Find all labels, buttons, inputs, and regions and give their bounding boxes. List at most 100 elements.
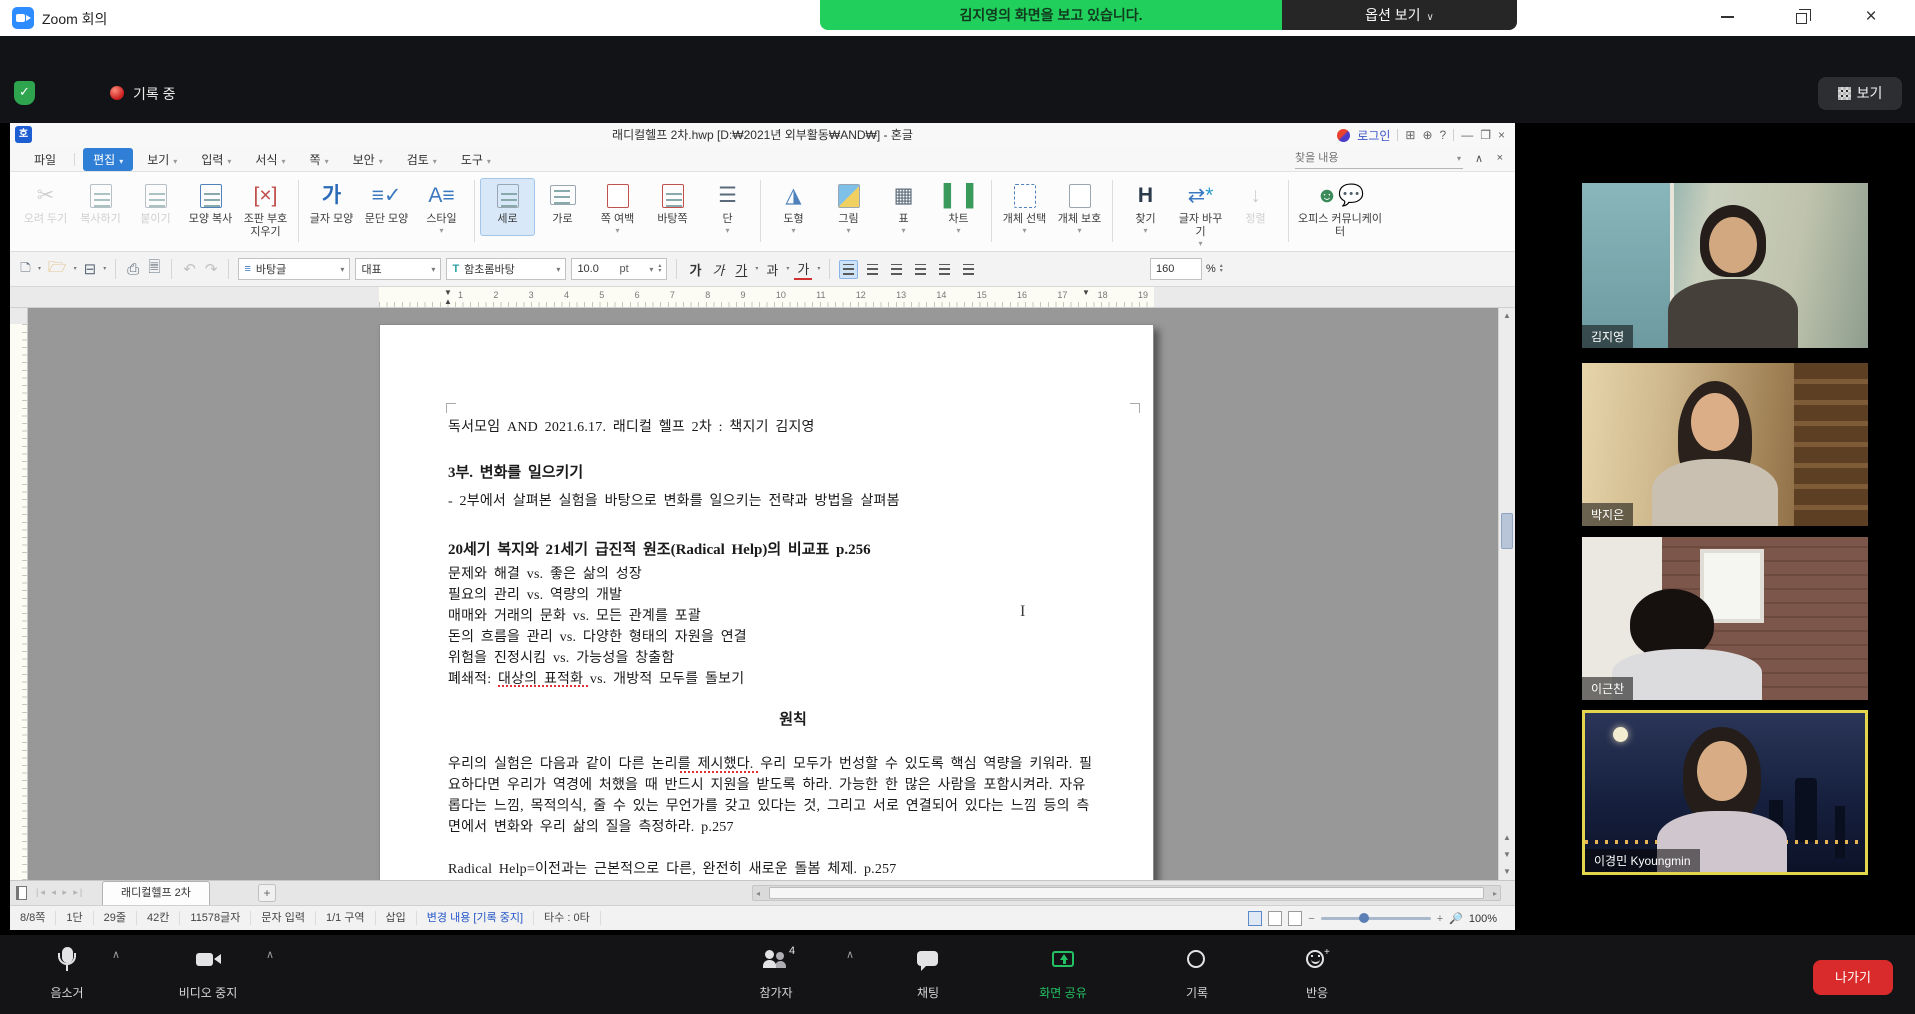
outline-select[interactable]: 대표▾ <box>355 258 441 280</box>
menu-security[interactable]: 보안▾ <box>343 148 393 171</box>
page-margin-button[interactable]: 쪽 여백▾ <box>590 178 645 236</box>
tab-navigation-icons[interactable]: |◂ ◂ ▸ ▸| <box>36 887 84 898</box>
vertical-scrollbar[interactable]: ▲ ▲ ▼ ▼ <box>1498 308 1515 880</box>
vertical-ruler[interactable] <box>10 308 28 880</box>
font-color-button[interactable]: 가 <box>794 259 812 280</box>
italic-button[interactable]: 가 <box>709 260 727 279</box>
hscrollbar-handle[interactable] <box>769 887 1484 899</box>
participants-options-chevron[interactable]: ∧ <box>846 948 854 961</box>
landscape-button[interactable]: 가로 <box>535 178 590 236</box>
replace-button[interactable]: ⇄*글자 바꾸기▾ <box>1173 178 1228 249</box>
menu-file[interactable]: 파일 <box>24 148 66 171</box>
zoom-slider[interactable] <box>1321 917 1431 920</box>
view-mode-facing-icon[interactable] <box>1268 911 1282 926</box>
reactions-button[interactable]: + 반응 <box>1262 947 1372 1001</box>
print-icon[interactable]: ⎙ <box>125 261 141 278</box>
menu-input[interactable]: 입력▾ <box>191 148 241 171</box>
distribute-button[interactable] <box>959 260 978 279</box>
sort-button[interactable]: ↓정렬 <box>1228 178 1283 249</box>
menu-edit[interactable]: 편집▾ <box>83 148 133 171</box>
table-button[interactable]: ▦표▾ <box>876 178 931 236</box>
char-shape-button[interactable]: 가글자 모양 <box>304 178 359 236</box>
page-down-icon[interactable]: ▼ <box>1499 847 1515 863</box>
columns-button[interactable]: ☰단▾ <box>700 178 755 236</box>
video-options-chevron[interactable]: ∧ <box>266 948 274 961</box>
align-right-button[interactable] <box>911 260 930 279</box>
horizontal-scrollbar[interactable]: ◂ ▸ <box>752 885 1501 901</box>
document-area[interactable]: 독서모임 AND 2021.6.17. 래디컬 헬프 2차 : 책지기 김지영 … <box>10 308 1515 880</box>
para-shape-button[interactable]: ≡✓문단 모양 <box>359 178 414 236</box>
align-center-button[interactable] <box>887 260 906 279</box>
zoom-level-select[interactable]: 160 <box>1150 258 1202 280</box>
save-icon[interactable]: ⊟ <box>82 260 99 278</box>
menu-view[interactable]: 보기▾ <box>137 148 187 171</box>
status-track-changes[interactable]: 변경 내용 [기록 중지] <box>417 911 534 925</box>
view-mode-single-icon[interactable] <box>1248 911 1262 926</box>
char-effect-button[interactable]: 과 <box>763 260 781 279</box>
style-button[interactable]: A≡스타일▾ <box>414 178 469 236</box>
hwp-close-icon[interactable]: × <box>1498 128 1505 142</box>
font-select[interactable]: T함초롬바탕▾ <box>446 258 566 280</box>
cut-button[interactable]: ✂오려 두기 <box>18 178 73 240</box>
book-icon[interactable] <box>16 886 27 900</box>
find-close-icon[interactable]: × <box>1497 152 1503 164</box>
zoom-slider-knob[interactable] <box>1359 913 1369 923</box>
fullscreen-icon[interactable]: ⊞ <box>1405 128 1415 142</box>
zoom-spinner[interactable]: ▴▾ <box>1220 264 1223 274</box>
undo-icon[interactable]: ↶ <box>181 260 198 278</box>
scroll-right-icon[interactable]: ▸ <box>1493 889 1497 898</box>
erase-marks-button[interactable]: [×]조판 부호 지우기 <box>238 178 293 240</box>
copy-button[interactable]: 복사하기 <box>73 178 128 240</box>
menu-format[interactable]: 서식▾ <box>245 148 295 171</box>
hwp-restore-icon[interactable]: ❐ <box>1480 128 1491 142</box>
find-input[interactable] <box>1295 152 1445 164</box>
font-size-select[interactable]: 10.0pt▾▴▾ <box>571 258 667 280</box>
scroll-left-icon[interactable]: ◂ <box>756 889 760 898</box>
zoom-out-icon[interactable]: − <box>1308 913 1314 925</box>
mute-options-chevron[interactable]: ∧ <box>112 948 120 961</box>
style-preset-select[interactable]: ≡바탕글▾ <box>238 258 350 280</box>
left-margin-marker[interactable]: ▼ <box>444 288 452 297</box>
stop-video-button[interactable]: 비디오 중지 <box>153 947 263 1001</box>
magnifier-icon[interactable]: 🔎 <box>1449 912 1463 925</box>
document-tab[interactable]: 래디컬헬프 2차 <box>102 881 210 905</box>
menu-page[interactable]: 쪽▾ <box>300 148 339 171</box>
scroll-up-icon[interactable]: ▲ <box>1499 308 1515 324</box>
portrait-button[interactable]: 세로 <box>480 178 535 236</box>
security-shield-icon[interactable]: ✓ <box>14 81 35 105</box>
leave-button[interactable]: 나가기 <box>1813 960 1893 995</box>
paste-button[interactable]: 붙이기 <box>128 178 183 240</box>
menu-review[interactable]: 검토▾ <box>397 148 447 171</box>
participant-video-active-speaker[interactable]: 이경민 Kyoungmin <box>1582 710 1868 875</box>
find-dropdown-icon[interactable]: ▾ <box>1457 154 1461 163</box>
mute-button[interactable]: 음소거 <box>12 947 122 1001</box>
menu-tools[interactable]: 도구▾ <box>451 148 501 171</box>
horizontal-ruler[interactable]: 12345678910111213141516171819 ▼ ▲ ▼ <box>10 287 1515 308</box>
hwp-minimize-icon[interactable]: — <box>1461 128 1473 142</box>
participant-video[interactable]: 박지은 <box>1582 363 1868 526</box>
scroll-down-icon[interactable]: ▼ <box>1499 864 1515 880</box>
picture-button[interactable]: 그림▾ <box>821 178 876 236</box>
find-button[interactable]: H찾기▾ <box>1118 178 1173 249</box>
restore-button[interactable] <box>1786 6 1816 28</box>
page-up-icon[interactable]: ▲ <box>1499 830 1515 846</box>
participant-video[interactable]: 김지영 <box>1582 183 1868 348</box>
chat-button[interactable]: 채팅 <box>873 947 983 1001</box>
collapse-toolbar-icon[interactable]: ∧ <box>1475 152 1483 165</box>
minimize-button[interactable] <box>1712 6 1742 28</box>
bold-button[interactable]: 가 <box>686 260 704 279</box>
close-button[interactable]: × <box>1856 6 1886 28</box>
right-margin-marker[interactable]: ▼ <box>1082 288 1090 297</box>
view-options-button[interactable]: 옵션 보기∨ <box>1282 0 1517 30</box>
view-mode-overview-icon[interactable] <box>1288 911 1302 926</box>
participants-button[interactable]: 4 참가자 <box>721 947 831 1001</box>
view-layout-button[interactable]: 보기 <box>1818 77 1902 110</box>
login-button[interactable]: 로그인 <box>1357 127 1390 144</box>
left-indent-marker[interactable]: ▲ <box>444 297 452 306</box>
help-icon[interactable]: ? <box>1440 128 1447 142</box>
object-select-button[interactable]: 개체 선택▾ <box>997 178 1052 236</box>
align-left-button[interactable] <box>863 260 882 279</box>
underline-button[interactable]: 가 <box>732 260 750 279</box>
redo-icon[interactable]: ↷ <box>203 260 220 278</box>
chart-button[interactable]: ▌▐차트▾ <box>931 178 986 236</box>
